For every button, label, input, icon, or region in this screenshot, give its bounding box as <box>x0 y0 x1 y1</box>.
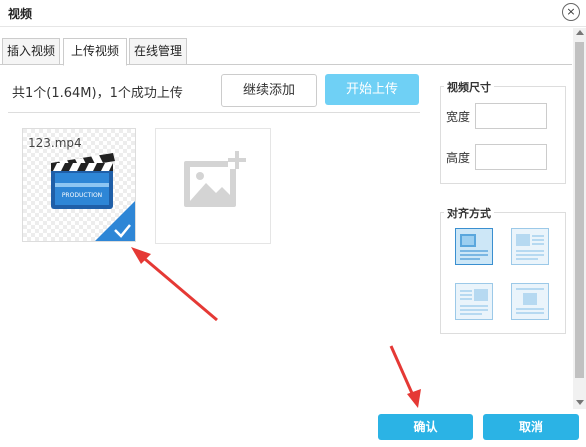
upload-status: 共1个(1.64M)，1个成功上传 <box>12 86 183 101</box>
annotation-arrow-file <box>131 247 218 322</box>
scroll-up-icon[interactable] <box>576 30 584 35</box>
confirm-button[interactable]: 确认 <box>378 414 473 440</box>
height-input[interactable] <box>475 144 547 170</box>
video-size-legend: 视频尺寸 <box>444 79 494 95</box>
start-upload-button[interactable]: 开始上传 <box>325 74 419 105</box>
align-right-icon[interactable] <box>455 283 493 320</box>
file-name: 123.mp4 <box>28 136 82 150</box>
dialog-title: 视频 <box>8 7 33 21</box>
uploaded-check-icon <box>95 201 135 241</box>
align-none-icon[interactable] <box>455 228 493 265</box>
scrollbar-thumb[interactable] <box>575 42 584 378</box>
align-left-icon[interactable] <box>511 228 549 265</box>
scroll-down-icon[interactable] <box>576 400 584 405</box>
dialog-titlebar: 视频 × <box>0 0 586 27</box>
width-label: 宽度 <box>446 110 471 124</box>
add-image-icon <box>184 151 246 207</box>
height-label: 高度 <box>446 151 471 165</box>
add-more-button[interactable]: 继续添加 <box>221 74 317 107</box>
file-item[interactable]: 123.mp4 PRODUCTION <box>22 128 136 242</box>
tab-online-manage[interactable]: 在线管理 <box>129 38 187 65</box>
width-input[interactable] <box>475 103 547 129</box>
add-file-placeholder[interactable] <box>155 128 271 244</box>
scrollbar[interactable] <box>573 28 586 409</box>
production-label: PRODUCTION <box>62 192 102 199</box>
alignment-legend: 对齐方式 <box>444 205 494 221</box>
tab-insert-video[interactable]: 插入视频 <box>2 38 60 65</box>
align-center-icon[interactable] <box>511 283 549 320</box>
annotation-arrow-confirm <box>389 345 421 408</box>
tab-bar: 插入视频 上传视频 在线管理 <box>0 34 572 66</box>
tab-upload-video[interactable]: 上传视频 <box>63 38 127 66</box>
cancel-button[interactable]: 取消 <box>483 414 579 440</box>
divider <box>8 112 420 113</box>
close-icon[interactable]: × <box>562 3 580 21</box>
